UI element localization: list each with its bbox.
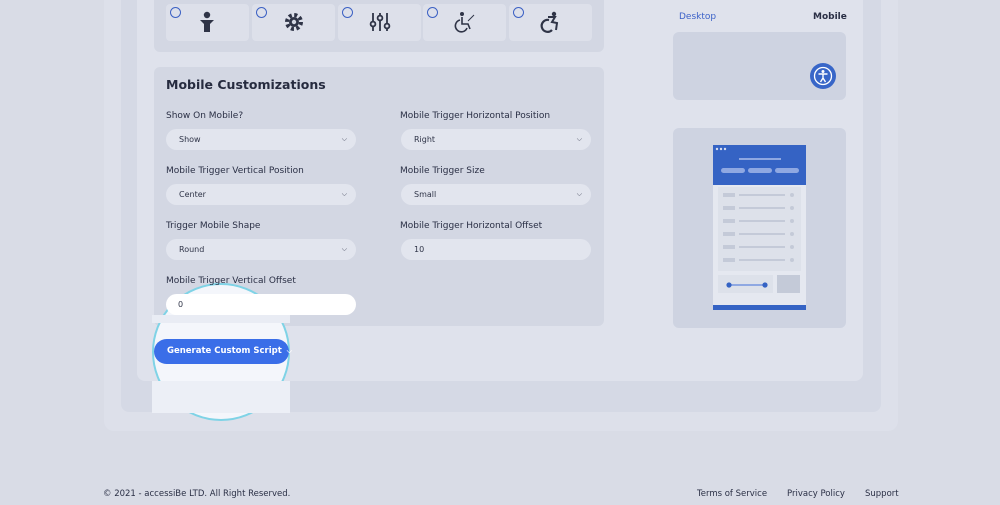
section-title: Mobile Customizations [166, 77, 326, 92]
radio-button[interactable] [256, 7, 267, 18]
show-on-mobile-select[interactable]: Show ⌵ [166, 129, 356, 150]
chevron-down-icon: ⌵ [341, 245, 347, 253]
generate-custom-script-button[interactable]: Generate Custom Script ⌵ [154, 339, 293, 364]
sliders-icon [369, 13, 391, 31]
tab-mobile[interactable]: Mobile [813, 12, 847, 22]
icon-option-sliders[interactable] [338, 4, 421, 41]
radio-button[interactable] [342, 7, 353, 18]
horizontal-position-label: Mobile Trigger Horizontal Position [400, 111, 551, 121]
select-value: Show [179, 135, 201, 144]
vertical-offset-label: Mobile Trigger Vertical Offset [166, 276, 296, 286]
wheelchair-icon [454, 12, 475, 33]
vertical-position-label: Mobile Trigger Vertical Position [166, 166, 304, 176]
chevron-down-icon: ⌵ [286, 347, 293, 355]
button-label: Generate Custom Script [167, 346, 282, 356]
chevron-down-icon: ⌵ [576, 135, 582, 143]
spotlight-band [152, 381, 290, 413]
spotlight-band [152, 315, 290, 323]
trigger-shape-label: Trigger Mobile Shape [166, 221, 261, 231]
trigger-size-select[interactable]: Small ⌵ [401, 184, 591, 205]
tab-desktop[interactable]: Desktop [679, 12, 716, 22]
select-value: Center [179, 190, 206, 199]
chevron-down-icon: ⌵ [576, 190, 582, 198]
vertical-position-select[interactable]: Center ⌵ [166, 184, 356, 205]
select-value: Round [179, 245, 205, 254]
phone-preview-illustration [713, 145, 806, 310]
radio-button[interactable] [427, 7, 438, 18]
icon-option-wheelchair-active[interactable] [509, 4, 592, 41]
footer-privacy-link[interactable]: Privacy Policy [787, 489, 845, 499]
vertical-offset-input[interactable]: 0 [166, 294, 356, 315]
icon-option-wheelchair[interactable] [423, 4, 506, 41]
trigger-shape-select[interactable]: Round ⌵ [166, 239, 356, 260]
accessibility-person-icon [813, 66, 833, 86]
select-value: Small [414, 190, 437, 199]
horizontal-offset-input[interactable]: 10 [401, 239, 591, 260]
footer-terms-link[interactable]: Terms of Service [697, 489, 767, 499]
radio-button[interactable] [513, 7, 524, 18]
trigger-size-label: Mobile Trigger Size [400, 166, 485, 176]
horizontal-offset-label: Mobile Trigger Horizontal Offset [400, 221, 543, 231]
gear-icon [285, 13, 303, 31]
footer-copyright: © 2021 - accessiBe LTD. All Right Reserv… [103, 489, 291, 499]
horizontal-position-select[interactable]: Right ⌵ [401, 129, 591, 150]
person-icon [200, 11, 214, 32]
select-value: Right [414, 135, 436, 144]
icon-option-gear[interactable] [252, 4, 335, 41]
icon-option-person[interactable] [166, 4, 249, 41]
accessibility-trigger-icon[interactable] [810, 63, 836, 89]
wheelchair-active-icon [540, 11, 559, 33]
footer-support-link[interactable]: Support [865, 489, 899, 499]
radio-button[interactable] [170, 7, 181, 18]
chevron-down-icon: ⌵ [341, 135, 347, 143]
chevron-down-icon: ⌵ [341, 190, 347, 198]
show-on-mobile-label: Show On Mobile? [166, 111, 244, 121]
